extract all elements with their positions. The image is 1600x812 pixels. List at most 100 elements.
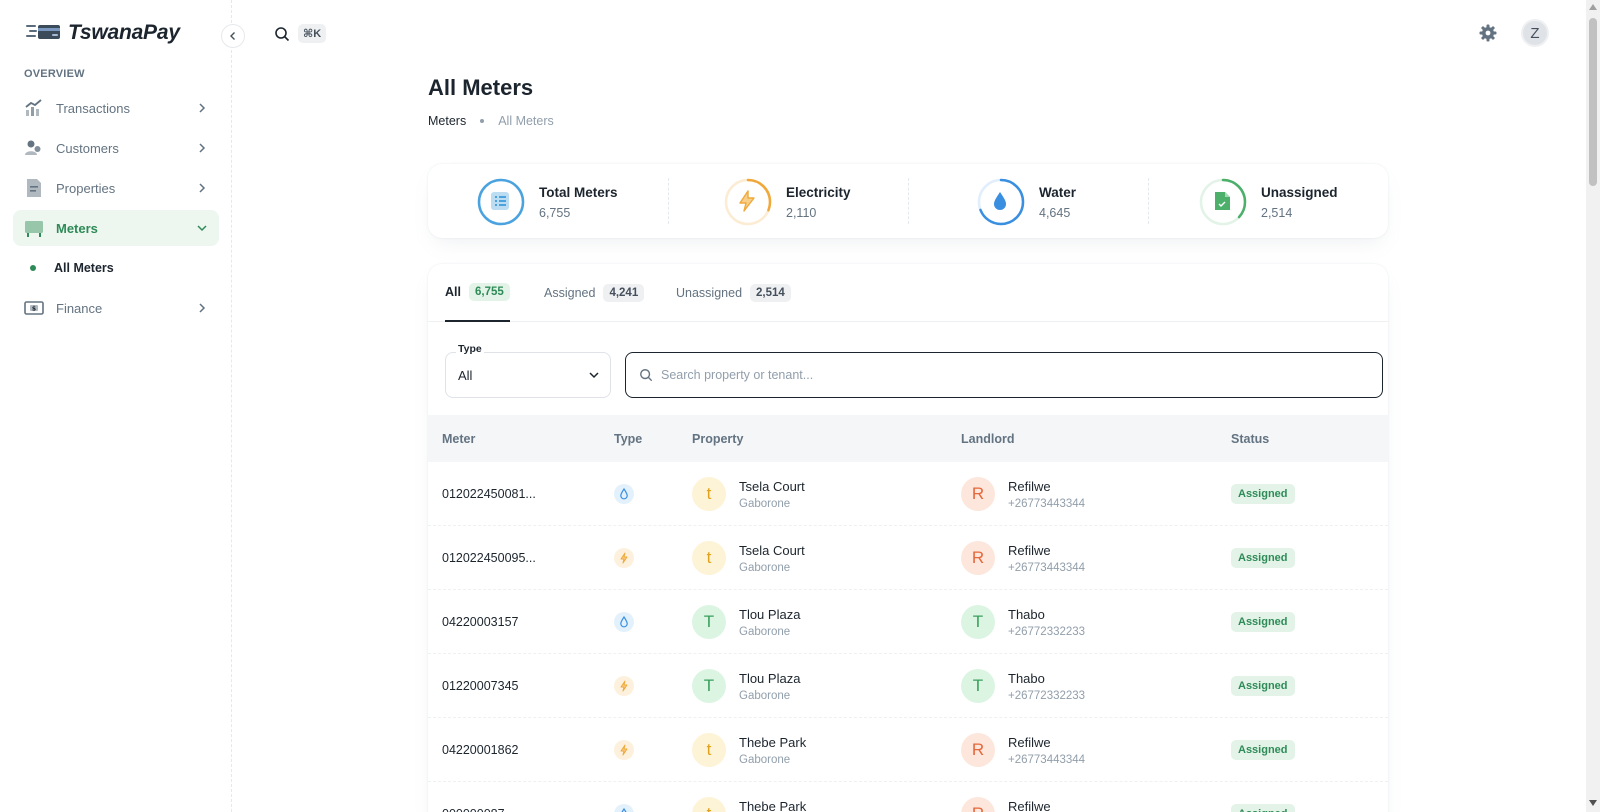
meter-cell: 04220003157 xyxy=(442,590,518,654)
active-dot xyxy=(30,265,36,271)
status-badge: Assigned xyxy=(1231,612,1295,632)
scroll-down-arrow[interactable] xyxy=(1589,800,1597,806)
collapse-sidebar-button[interactable] xyxy=(221,24,245,48)
table-row[interactable]: 000000087tThebe ParkGaboroneRRefilwe+267… xyxy=(428,782,1388,812)
landlord-name[interactable]: Thabo xyxy=(1008,607,1085,622)
property-cell: tThebe ParkGaborone xyxy=(692,782,806,812)
landlord-phone: +26773443344 xyxy=(1008,561,1086,574)
document-icon xyxy=(24,178,44,198)
landlord-avatar: R xyxy=(961,477,995,511)
sidebar-item-label: Customers xyxy=(56,140,119,156)
property-name[interactable]: Tsela Court xyxy=(739,479,805,494)
page-scrollbar[interactable] xyxy=(1586,0,1600,812)
settings-button[interactable] xyxy=(1478,23,1498,43)
column-header-property[interactable]: Property xyxy=(692,432,743,446)
column-header-status[interactable]: Status xyxy=(1231,432,1269,446)
table-row[interactable]: 04220003157 T Tlou Plaza Gaborone T Thabo +267… xyxy=(428,590,1388,654)
sidebar-item-finance[interactable]: $ Finance xyxy=(13,290,219,326)
meter-cell: 01220007345 xyxy=(442,654,518,718)
status-cell: Assigned xyxy=(1231,526,1295,590)
stat-value: 2,110 xyxy=(786,205,817,220)
stat-value: 2,514 xyxy=(1261,205,1293,220)
lightning-icon xyxy=(614,676,634,696)
landlord-name[interactable]: Refilwe xyxy=(1008,543,1085,558)
sidebar-item-label: Transactions xyxy=(56,100,130,116)
status-cell: Assigned xyxy=(1231,654,1295,718)
type-filter-select[interactable]: Type All xyxy=(445,343,611,398)
property-name[interactable]: Tlou Plaza xyxy=(739,607,800,622)
landlord-name[interactable]: Thabo xyxy=(1008,671,1085,686)
meter-number: 04220001862 xyxy=(442,743,519,757)
landlord-cell: RRefilwe+26773443344 xyxy=(961,782,1085,812)
table-row[interactable]: 01220007345 T Tlou Plaza Gaborone T Thabo +267… xyxy=(428,654,1388,718)
stat-unassigned: Unassigned 2,514 xyxy=(1199,178,1338,226)
meter-stats-card: Total Meters 6,755 Electricity 2,110 Wat… xyxy=(428,164,1388,238)
landlord-name[interactable]: Refilwe xyxy=(1008,799,1085,812)
nav-subheader: OVERVIEW xyxy=(24,68,85,80)
breadcrumb-separator xyxy=(480,119,485,123)
sidebar-item-label: Properties xyxy=(56,180,116,196)
chevron-left-icon xyxy=(230,32,235,40)
sidebar-item-meters[interactable]: Meters xyxy=(13,210,219,246)
meter-cell: 012022450081... xyxy=(442,462,536,526)
tab-unassigned[interactable]: Unassigned 2,514 xyxy=(676,264,791,322)
nav: Transactions Customers Properties Meters xyxy=(13,90,219,330)
property-name[interactable]: Tlou Plaza xyxy=(739,671,800,686)
table-row[interactable]: 012022450081... t Tsela Court Gaborone R Refi… xyxy=(428,462,1388,526)
landlord-name[interactable]: Refilwe xyxy=(1008,735,1085,750)
scroll-up-arrow[interactable] xyxy=(1589,4,1597,10)
column-header-landlord[interactable]: Landlord xyxy=(961,432,1014,446)
stat-divider xyxy=(668,178,669,224)
landlord-name[interactable]: Refilwe xyxy=(1008,479,1085,494)
search-button[interactable]: ⌘K xyxy=(274,24,327,43)
status-cell: Assigned xyxy=(1231,462,1295,526)
breadcrumb-link-meters[interactable]: Meters xyxy=(428,114,466,128)
search-icon xyxy=(640,369,653,382)
column-header-meter[interactable]: Meter xyxy=(442,432,475,446)
landlord-cell: RRefilwe+26773443344 xyxy=(961,462,1085,526)
tab-count-badge: 6,755 xyxy=(468,283,510,301)
meter-cell: 012022450095... xyxy=(442,526,536,590)
type-cell xyxy=(614,654,634,718)
sidebar-item-properties[interactable]: Properties xyxy=(13,170,219,206)
property-name[interactable]: Tsela Court xyxy=(739,543,805,558)
chevron-down-icon xyxy=(197,225,207,232)
column-header-type[interactable]: Type xyxy=(614,432,642,446)
property-name[interactable]: Thebe Park xyxy=(739,735,806,750)
stat-water: Water 4,645 xyxy=(977,178,1076,226)
status-badge: Assigned xyxy=(1231,484,1295,504)
landlord-avatar: T xyxy=(961,605,995,639)
users-icon xyxy=(24,138,44,158)
status-cell: Assigned xyxy=(1231,718,1295,782)
stat-value: 4,645 xyxy=(1039,205,1071,220)
tab-assigned[interactable]: Assigned 4,241 xyxy=(544,264,645,322)
stat-electricity: Electricity 2,110 xyxy=(724,178,851,226)
property-cell: T Tlou Plaza Gaborone xyxy=(692,654,800,718)
stat-title: Total Meters xyxy=(539,184,618,200)
sidebar-item-transactions[interactable]: Transactions xyxy=(13,90,219,126)
meter-number: 012022450081... xyxy=(442,487,536,501)
chevron-right-icon xyxy=(199,143,206,153)
type-cell xyxy=(614,590,634,654)
brand-logo[interactable]: TswanaPay xyxy=(26,18,180,48)
table-row[interactable]: 012022450095... t Tsela Court Gaborone R Refi… xyxy=(428,526,1388,590)
landlord-phone: +26773443344 xyxy=(1008,753,1086,766)
property-cell: tThebe ParkGaborone xyxy=(692,718,806,782)
logo-icon xyxy=(26,25,60,39)
sidebar-item-label: Finance xyxy=(56,300,103,316)
sidebar-item-label: Meters xyxy=(56,220,98,236)
sidebar-item-customers[interactable]: Customers xyxy=(13,130,219,166)
property-city: Gaborone xyxy=(739,689,791,702)
scroll-thumb[interactable] xyxy=(1589,18,1597,186)
property-name[interactable]: Thebe Park xyxy=(739,799,806,812)
stat-title: Unassigned xyxy=(1261,184,1338,200)
landlord-phone: +26772332233 xyxy=(1008,689,1086,702)
status-badge: Assigned xyxy=(1231,676,1295,696)
property-search-input[interactable] xyxy=(661,368,1341,382)
sidebar-subitem-all-meters[interactable]: All Meters xyxy=(13,250,219,286)
tab-all[interactable]: All 6,755 xyxy=(445,264,510,322)
user-avatar[interactable]: Z xyxy=(1521,19,1549,47)
table-row[interactable]: 04220001862 t Thebe Park Gaborone R Refilwe +2… xyxy=(428,718,1388,782)
status-tabs: All 6,755 Assigned 4,241 Unassigned 2,51… xyxy=(428,264,1388,322)
type-filter-value: All xyxy=(458,368,473,383)
